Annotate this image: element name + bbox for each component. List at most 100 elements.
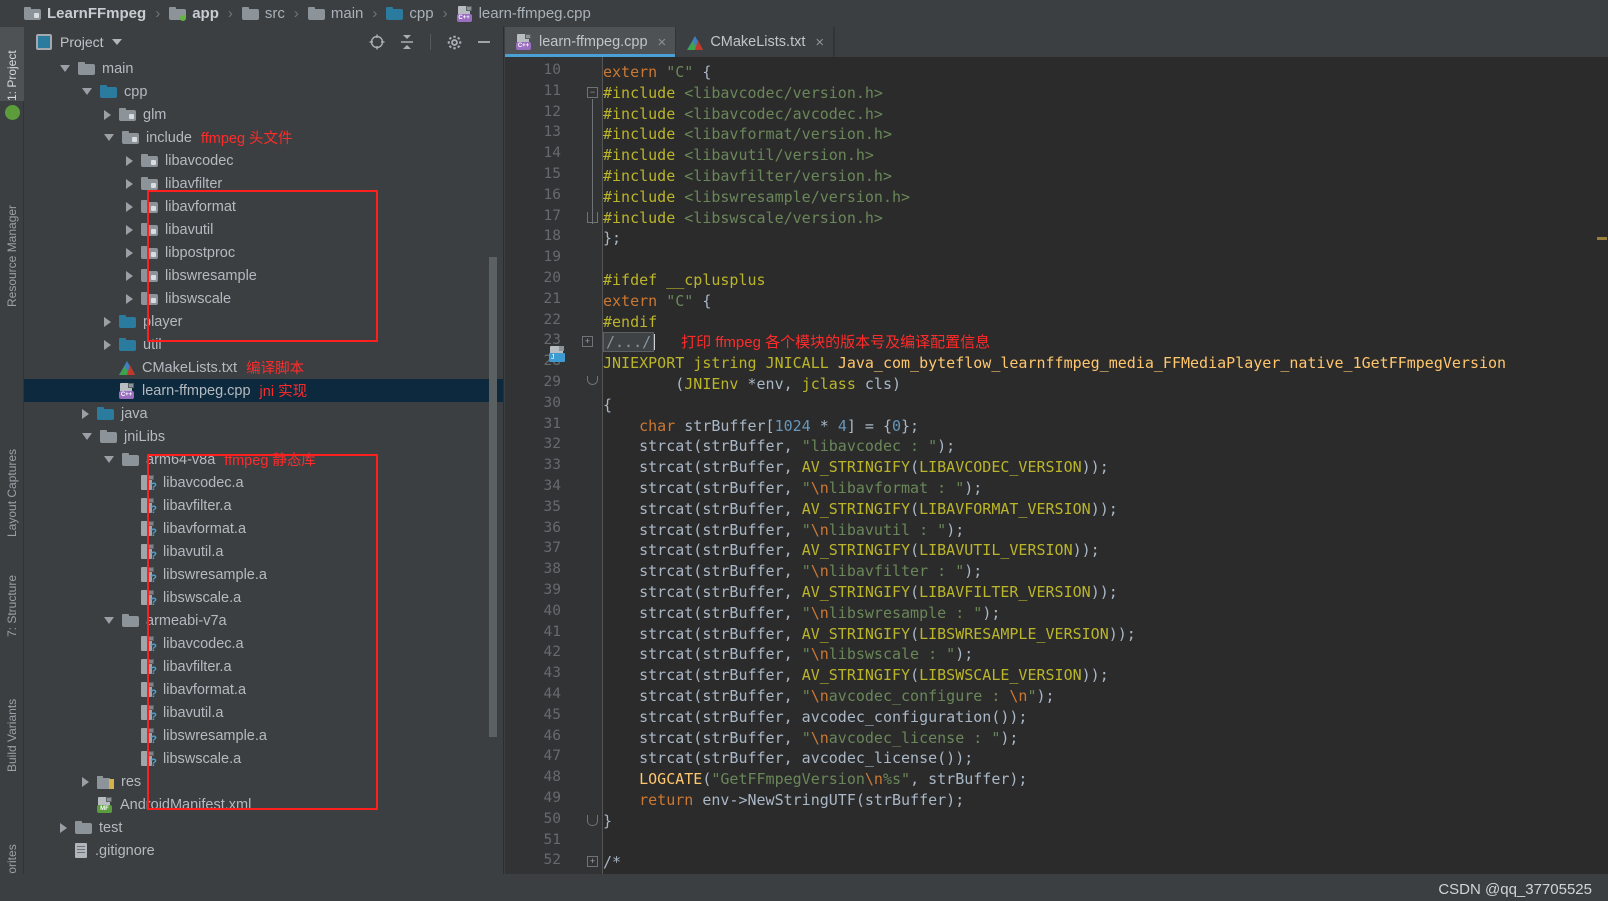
tree-row[interactable]: libavfilter xyxy=(24,172,503,195)
tree-row[interactable]: ?libavformat.a xyxy=(24,678,503,701)
tree-row[interactable]: player xyxy=(24,310,503,333)
code-line[interactable]: }; xyxy=(603,228,621,249)
tree-row[interactable]: glm xyxy=(24,103,503,126)
code-line[interactable]: strcat(strBuffer, AV_STRINGIFY(LIBSWRESA… xyxy=(603,624,1136,645)
tree-row[interactable]: includeffmpeg 头文件 xyxy=(24,126,503,149)
tab-cmakelists-txt[interactable]: CMakeLists.txt × xyxy=(676,27,834,57)
tree-row[interactable]: libswresample xyxy=(24,264,503,287)
locate-target-icon[interactable] xyxy=(366,31,388,53)
tree-row[interactable]: ?libavcodec.a xyxy=(24,632,503,655)
fold-marker-expand[interactable]: + xyxy=(587,856,598,867)
code-line[interactable]: strcat(strBuffer, AV_STRINGIFY(LIBSWSCAL… xyxy=(603,665,1109,686)
tree-row[interactable]: ?libavfilter.a xyxy=(24,494,503,517)
tab-learn-ffmpeg-cpp[interactable]: C++ learn-ffmpeg.cpp × xyxy=(505,27,676,57)
code-line[interactable]: strcat(strBuffer, "\nlibavutil : "); xyxy=(603,520,964,541)
close-icon[interactable]: × xyxy=(815,34,824,51)
code-line[interactable]: char strBuffer[1024 * 4] = {0}; xyxy=(603,416,919,437)
tree-row[interactable]: libavutil xyxy=(24,218,503,241)
code-line[interactable]: strcat(strBuffer, AV_STRINGIFY(LIBAVUTIL… xyxy=(603,540,1100,561)
expand-arrow-icon[interactable] xyxy=(104,317,111,327)
tree-row[interactable]: res xyxy=(24,770,503,793)
tree-row[interactable]: ?libswscale.a xyxy=(24,586,503,609)
tree-row[interactable]: ?libswresample.a xyxy=(24,724,503,747)
tree-row[interactable]: CMakeLists.txt编译脚本 xyxy=(24,356,503,379)
sidebar-item-build-variants[interactable]: Build Variants xyxy=(0,657,24,772)
code-line[interactable]: strcat(strBuffer, "\nlibswscale : "); xyxy=(603,644,973,665)
fold-marker-collapse[interactable]: − xyxy=(587,87,598,98)
collapse-arrow-icon[interactable] xyxy=(82,433,92,440)
code-line[interactable]: #include <libswresample/version.h> xyxy=(603,187,910,208)
project-tree[interactable]: maincppglmincludeffmpeg 头文件libavcodeclib… xyxy=(24,57,503,901)
collapse-arrow-icon[interactable] xyxy=(82,88,92,95)
code-line[interactable]: /* xyxy=(603,852,621,873)
tree-row[interactable]: cpp xyxy=(24,80,503,103)
expand-arrow-icon[interactable] xyxy=(126,294,133,304)
code-line[interactable]: #include <libavutil/version.h> xyxy=(603,145,874,166)
collapse-arrow-icon[interactable] xyxy=(104,456,114,463)
expand-arrow-icon[interactable] xyxy=(126,248,133,258)
expand-arrow-icon[interactable] xyxy=(126,202,133,212)
tree-row[interactable]: ?libswscale.a xyxy=(24,747,503,770)
breadcrumb-item-file[interactable]: C++ learn-ffmpeg.cpp xyxy=(455,5,593,22)
code-line[interactable]: (JNIEnv *env, jclass cls) xyxy=(603,374,901,395)
code-line[interactable]: #ifdef __cplusplus xyxy=(603,270,766,291)
code-line[interactable]: strcat(strBuffer, "\nlibavfilter : "); xyxy=(603,561,982,582)
folded-code-placeholder[interactable]: /.../ xyxy=(603,332,654,352)
code-line[interactable]: #include <libavcodec/avcodec.h> xyxy=(603,104,883,125)
code-line[interactable]: #include <libavcodec/version.h> xyxy=(603,83,883,104)
tree-row[interactable]: ?libavformat.a xyxy=(24,517,503,540)
tree-row[interactable]: main xyxy=(24,57,503,80)
code-line[interactable]: strcat(strBuffer, AV_STRINGIFY(LIBAVCODE… xyxy=(603,457,1109,478)
minimize-icon[interactable] xyxy=(473,31,495,53)
breadcrumb-item-src[interactable]: src xyxy=(240,5,287,22)
code-line[interactable]: extern "C" { xyxy=(603,291,711,312)
tree-row[interactable]: libswscale xyxy=(24,287,503,310)
fold-marker-end[interactable] xyxy=(587,212,598,223)
code-line[interactable]: LOGCATE("GetFFmpegVersion\n%s", strBuffe… xyxy=(603,769,1027,790)
sidebar-item-structure[interactable]: 7: Structure xyxy=(0,537,24,637)
expand-arrow-icon[interactable] xyxy=(126,271,133,281)
code-line[interactable]: /.../打印 ffmpeg 各个模块的版本号及编译配置信息 xyxy=(603,332,990,353)
tree-row[interactable]: libavformat xyxy=(24,195,503,218)
tree-row[interactable]: java xyxy=(24,402,503,425)
code-line[interactable]: } xyxy=(603,811,612,832)
chevron-down-icon[interactable] xyxy=(112,39,122,45)
code-line[interactable]: strcat(strBuffer, AV_STRINGIFY(LIBAVFORM… xyxy=(603,499,1118,520)
tree-row[interactable]: ?libavfilter.a xyxy=(24,655,503,678)
expand-arrow-icon[interactable] xyxy=(104,340,111,350)
tree-row[interactable]: libavcodec xyxy=(24,149,503,172)
settings-gear-icon[interactable] xyxy=(443,31,465,53)
expand-arrow-icon[interactable] xyxy=(126,156,133,166)
sidebar-item-layout-captures[interactable]: Layout Captures xyxy=(0,412,24,537)
sidebar-item-resource-manager[interactable]: Resource Manager xyxy=(0,167,24,307)
tree-row[interactable]: test xyxy=(24,816,503,839)
collapse-arrow-icon[interactable] xyxy=(104,134,114,141)
sidebar-item-project[interactable]: 1: Project xyxy=(0,27,24,101)
breadcrumb-item-main[interactable]: main xyxy=(306,5,366,22)
tree-row[interactable]: arm64-v8affmpeg 静态库 xyxy=(24,448,503,471)
tree-row[interactable]: libpostproc xyxy=(24,241,503,264)
project-panel-scrollbar[interactable] xyxy=(489,257,497,737)
collapse-arrow-icon[interactable] xyxy=(60,65,70,72)
code-line[interactable]: #include <libswscale/version.h> xyxy=(603,208,883,229)
tree-row[interactable]: C++learn-ffmpeg.cppjni 实现 xyxy=(24,379,503,402)
code-line[interactable]: { xyxy=(603,395,612,416)
tree-row[interactable]: ?libswresample.a xyxy=(24,563,503,586)
code-line[interactable]: extern "C" { xyxy=(603,62,711,83)
expand-arrow-icon[interactable] xyxy=(126,179,133,189)
tree-row[interactable]: armeabi-v7a xyxy=(24,609,503,632)
tree-row[interactable]: util xyxy=(24,333,503,356)
expand-arrow-icon[interactable] xyxy=(82,409,89,419)
code-line[interactable]: strcat(strBuffer, "\nlibswresample : "); xyxy=(603,603,1000,624)
tree-row[interactable]: ?libavutil.a xyxy=(24,540,503,563)
tree-row[interactable]: ?libavcodec.a xyxy=(24,471,503,494)
expand-arrow-icon[interactable] xyxy=(60,823,67,833)
breadcrumb-item-app[interactable]: app xyxy=(167,5,221,22)
fold-marker-expand[interactable]: + xyxy=(582,336,593,347)
expand-arrow-icon[interactable] xyxy=(126,225,133,235)
jni-gutter-icon[interactable]: J xyxy=(549,346,567,362)
code-line[interactable]: strcat(strBuffer, AV_STRINGIFY(LIBAVFILT… xyxy=(603,582,1118,603)
close-icon[interactable]: × xyxy=(658,34,667,51)
collapse-all-icon[interactable] xyxy=(396,31,418,53)
code-line[interactable]: #include <libavformat/version.h> xyxy=(603,124,892,145)
